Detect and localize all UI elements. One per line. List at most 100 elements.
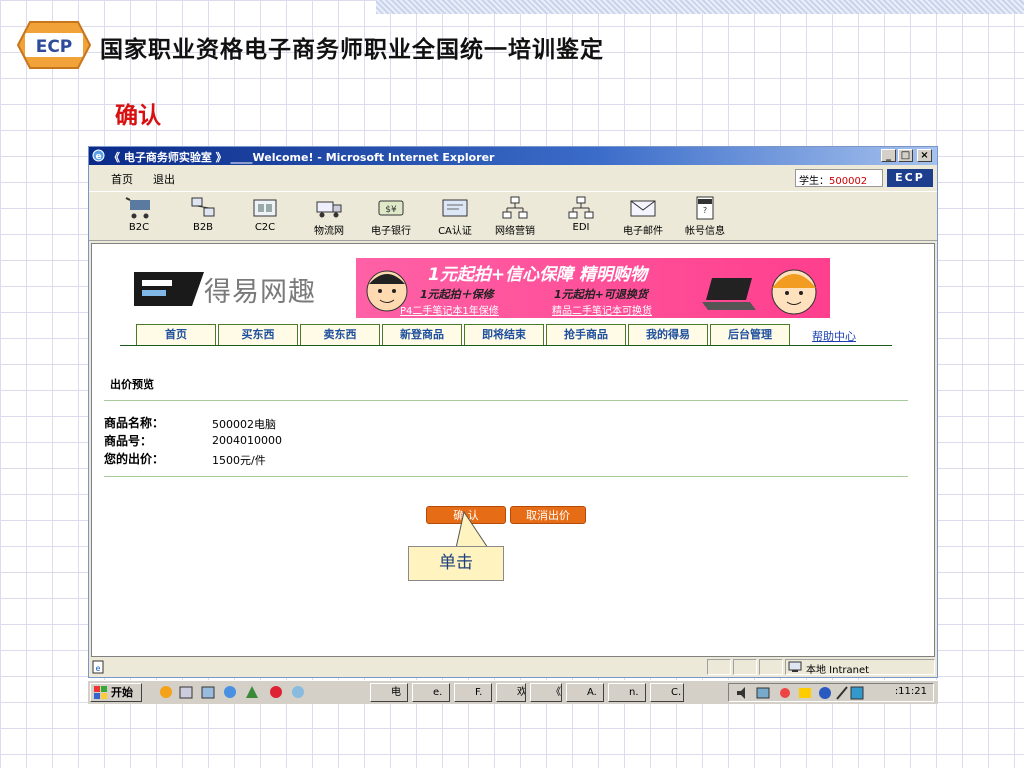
page-icon: e	[92, 660, 104, 674]
site-logo-text: 得易网趣	[204, 277, 316, 308]
tool-account-label: 帐号信息	[685, 226, 725, 237]
site-nav: 首页 买东西 卖东西 新登商品 即将结束 抢手商品 我的得易 后台管理 帮助中心	[120, 324, 892, 346]
menu-home[interactable]: 首页	[111, 171, 133, 187]
nav-admin[interactable]: 后台管理	[710, 324, 790, 345]
tool-logistics[interactable]: 物流网	[303, 196, 355, 240]
task-button-8[interactable]: C.	[650, 683, 684, 702]
slide-subtitle: 确认	[115, 103, 161, 129]
edi-network-icon	[568, 196, 594, 219]
tool-ebank-label: 电子银行	[371, 226, 411, 237]
tool-edi[interactable]: EDI	[555, 196, 607, 240]
intranet-icon	[788, 661, 802, 672]
b2b-network-icon	[191, 197, 215, 217]
tool-b2b-label: B2B	[192, 222, 214, 233]
c2c-icon	[253, 199, 277, 217]
shopping-cart-icon	[125, 197, 150, 219]
window-titlebar[interactable]: e 《 电子商务师实验室 》 ____Welcome! - Microsoft …	[89, 147, 937, 165]
tool-c2c[interactable]: C2C	[239, 196, 291, 240]
nav-sell[interactable]: 卖东西	[300, 324, 380, 345]
nav-home[interactable]: 首页	[136, 324, 216, 345]
your-bid-label: 您的出价：	[104, 452, 165, 466]
banner-link-2[interactable]: 精品二手笔记本可换货	[552, 302, 652, 317]
status-cell-1	[707, 659, 731, 675]
certificate-icon	[442, 199, 468, 217]
task-button-2[interactable]: e.	[412, 683, 450, 702]
nav-new-items[interactable]: 新登商品	[382, 324, 462, 345]
email-icon	[630, 200, 656, 217]
tool-b2c[interactable]: B2C	[113, 196, 165, 240]
truck-icon	[316, 201, 342, 218]
banner-sub-2: 1元起拍+可退换货	[554, 288, 648, 301]
tool-ca[interactable]: CA认证	[429, 196, 481, 240]
browser-window: e 《 电子商务师实验室 》 ____Welcome! - Microsoft …	[88, 146, 938, 678]
help-center-link[interactable]: 帮助中心	[812, 328, 856, 344]
minimize-button[interactable]: _	[881, 149, 896, 162]
tray-icons[interactable]	[735, 685, 865, 701]
status-bar: e 本地 Intranet	[89, 659, 937, 676]
clock: :11:21	[894, 686, 927, 697]
maximize-button[interactable]: □	[898, 149, 913, 162]
task-button-5[interactable]: 《	[530, 683, 562, 702]
tool-email[interactable]: 电子邮件	[617, 196, 669, 240]
start-label: 开始	[111, 686, 133, 699]
ecp-logo: ECP	[16, 21, 92, 69]
status-cell-3	[759, 659, 783, 675]
help-account-icon: ?	[696, 196, 714, 220]
nav-ending-soon[interactable]: 即将结束	[464, 324, 544, 345]
bid-preview-title: 出价预览	[110, 378, 154, 391]
task-button-7[interactable]: n.	[608, 683, 646, 702]
item-name-value: 500002电脑	[212, 418, 276, 431]
close-button[interactable]: ×	[917, 149, 932, 162]
tool-email-label: 电子邮件	[623, 226, 663, 237]
banner-link-1[interactable]: P4二手笔记本1年保修	[400, 302, 499, 317]
tool-marketing[interactable]: 网络营销	[489, 196, 541, 240]
quick-launch-icons[interactable]	[158, 684, 308, 701]
tool-ebank[interactable]: $¥ 电子银行	[365, 196, 417, 240]
tool-c2c-label: C2C	[254, 222, 276, 233]
menu-logout[interactable]: 退出	[153, 171, 175, 187]
site-logo-mark-icon	[134, 272, 204, 306]
student-id: 500002	[829, 176, 868, 187]
item-name-label: 商品名称：	[104, 416, 165, 430]
status-cell-2	[733, 659, 757, 675]
task-button-3[interactable]: F.	[454, 683, 492, 702]
page-content: 得易网趣 1元起拍+信心保障 精明购物 1元起拍＋保修 1元起拍+可退换货 P4…	[91, 243, 935, 657]
divider-top	[104, 400, 908, 401]
task-button-6[interactable]: A.	[566, 683, 604, 702]
tool-ca-label: CA认证	[438, 226, 472, 237]
click-callout: 单击	[408, 546, 504, 581]
start-button[interactable]: 开始	[90, 683, 142, 702]
menubar: 首页 退出 学生：500002 ECP	[89, 167, 937, 189]
callout-pointer	[455, 510, 489, 549]
tool-logistics-label: 物流网	[314, 226, 344, 237]
logo-text: ECP	[36, 37, 73, 57]
nav-hot-items[interactable]: 抢手商品	[546, 324, 626, 345]
windows-logo-icon	[94, 686, 107, 699]
bank-money-icon: $¥	[378, 200, 404, 216]
marketing-network-icon	[502, 196, 528, 219]
cancel-bid-button[interactable]: 取消出价	[510, 506, 586, 524]
nav-buy[interactable]: 买东西	[218, 324, 298, 345]
taskbar: 开始 电 e. F. 欢 《 A. n. C. :11:21	[88, 680, 938, 704]
system-tray: :11:21	[728, 683, 934, 702]
ie-icon: e	[92, 149, 105, 162]
tool-account[interactable]: ? 帐号信息	[679, 196, 731, 240]
nav-my-account[interactable]: 我的得易	[628, 324, 708, 345]
promo-banner[interactable]: 1元起拍+信心保障 精明购物 1元起拍＋保修 1元起拍+可退换货 P4二手笔记本…	[356, 258, 830, 318]
tool-b2b[interactable]: B2B	[177, 196, 229, 240]
zone-label: 本地 Intranet	[806, 665, 870, 676]
item-number-value: 2004010000	[212, 434, 282, 447]
svg-text:e: e	[96, 664, 101, 673]
task-button-4[interactable]: 欢	[496, 683, 526, 702]
zone-cell: 本地 Intranet	[785, 659, 935, 676]
site-logo[interactable]: 得易网趣	[134, 264, 334, 314]
tool-edi-label: EDI	[572, 222, 590, 233]
student-info: 学生：500002	[795, 169, 883, 187]
task-button-1[interactable]: 电	[370, 683, 408, 702]
slide-title: 国家职业资格电子商务师职业全国统一培训鉴定	[100, 37, 604, 63]
divider-bottom	[104, 476, 908, 477]
window-title: 《 电子商务师实验室 》 ____Welcome! - Microsoft In…	[109, 151, 495, 164]
slide-top-strip	[376, 0, 1024, 14]
toolbar: B2C B2B C2C 物流网 $¥ 电子银行 CA认证 网络营销 EDI 电子…	[89, 191, 937, 241]
your-bid-value: 1500元/件	[212, 454, 266, 467]
